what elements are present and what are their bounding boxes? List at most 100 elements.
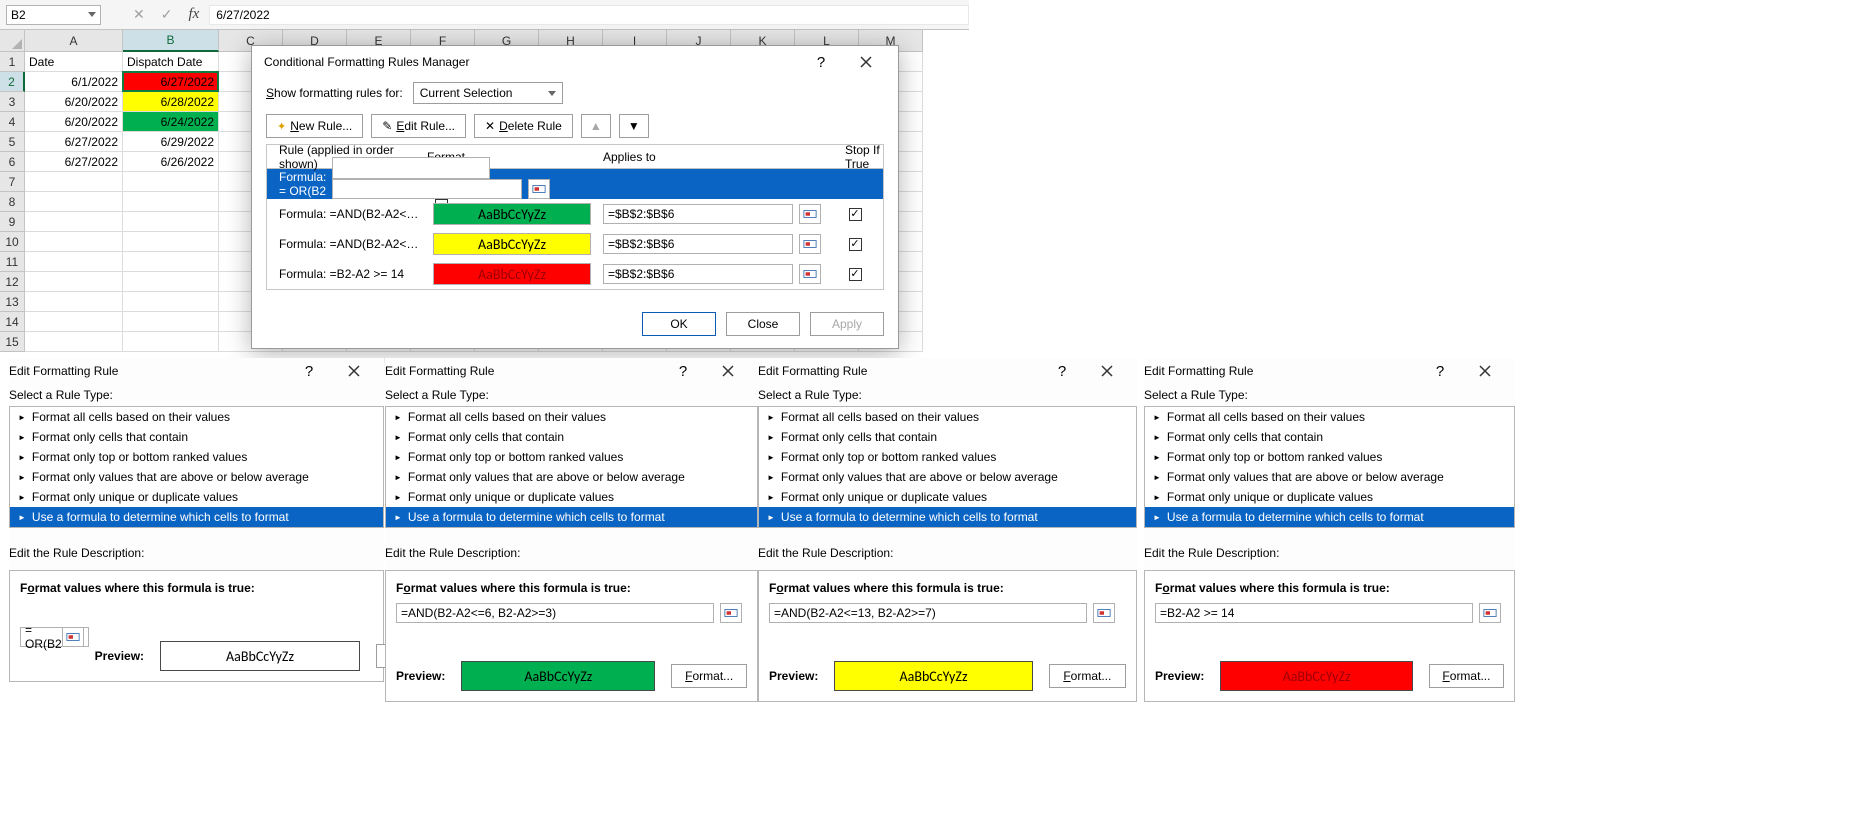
row-header-9[interactable]: 9 <box>0 212 25 232</box>
rule-type-item[interactable]: Format only top or bottom ranked values <box>10 447 383 467</box>
cell[interactable]: Dispatch Date <box>123 52 219 72</box>
row-header-4[interactable]: 4 <box>0 112 25 132</box>
cell[interactable] <box>123 172 219 192</box>
cell[interactable] <box>25 252 123 272</box>
edit-rule-button[interactable]: ✎Edit Rule... <box>371 114 466 138</box>
name-box[interactable]: B2 <box>6 5 101 25</box>
range-select-icon[interactable] <box>799 204 821 224</box>
range-select-icon[interactable] <box>799 264 821 284</box>
applies-to-input[interactable]: =$B$2:$B$6 <box>603 264 793 284</box>
row-header-3[interactable]: 3 <box>0 92 25 112</box>
help-icon[interactable] <box>674 363 692 380</box>
close-icon[interactable] <box>708 355 748 387</box>
cell[interactable] <box>123 252 219 272</box>
ok-button[interactable]: OK <box>642 312 716 336</box>
rule-type-item[interactable]: Format only cells that contain <box>1145 427 1514 447</box>
row-header-1[interactable]: 1 <box>0 52 25 72</box>
rule-row[interactable]: Formula: = OR(B2AaBbCcYyZz=$B$2:$B$6 <box>267 169 883 199</box>
cell[interactable] <box>25 192 123 212</box>
cell[interactable]: 6/27/2022 <box>25 152 123 172</box>
range-select-icon[interactable] <box>1093 603 1115 623</box>
cell[interactable]: 6/20/2022 <box>25 92 123 112</box>
close-icon[interactable] <box>1087 355 1127 387</box>
stop-if-true-checkbox[interactable] <box>849 238 862 251</box>
row-header-15[interactable]: 15 <box>0 332 25 352</box>
help-icon[interactable] <box>812 54 830 71</box>
format-button[interactable]: Format... <box>1049 664 1126 688</box>
cell[interactable] <box>25 312 123 332</box>
chevron-down-icon[interactable] <box>88 12 96 17</box>
rule-type-item[interactable]: Format only unique or duplicate values <box>759 487 1136 507</box>
cell[interactable] <box>25 272 123 292</box>
cell[interactable] <box>123 232 219 252</box>
fx-icon[interactable]: fx <box>188 6 199 23</box>
rule-type-item[interactable]: Format only unique or duplicate values <box>10 487 383 507</box>
rule-type-item[interactable]: Use a formula to determine which cells t… <box>1145 507 1514 527</box>
cell[interactable]: 6/20/2022 <box>25 112 123 132</box>
range-select-icon[interactable] <box>720 603 742 623</box>
help-icon[interactable] <box>1431 363 1449 380</box>
formula-field[interactable]: =AND(B2-A2<=13, B2-A2>=7) <box>769 603 1087 623</box>
close-icon[interactable] <box>334 355 374 387</box>
apply-button[interactable]: Apply <box>810 312 884 336</box>
format-button[interactable]: Format... <box>671 664 747 688</box>
cell[interactable] <box>123 192 219 212</box>
applies-to-input[interactable]: =$B$2:$B$6 <box>603 204 793 224</box>
scope-combo[interactable]: Current Selection <box>413 82 563 104</box>
col-header-A[interactable]: A <box>25 30 123 52</box>
row-header-12[interactable]: 12 <box>0 272 25 292</box>
cell[interactable] <box>123 212 219 232</box>
formula-input[interactable]: 6/27/2022 <box>209 5 969 25</box>
row-header-13[interactable]: 13 <box>0 292 25 312</box>
close-icon[interactable] <box>846 46 886 78</box>
cancel-icon[interactable]: ✕ <box>133 6 145 23</box>
cell[interactable] <box>123 272 219 292</box>
row-header-14[interactable]: 14 <box>0 312 25 332</box>
cell[interactable] <box>25 232 123 252</box>
accept-icon[interactable]: ✓ <box>161 6 173 23</box>
rule-row[interactable]: Formula: =AND(B2-A2<…AaBbCcYyZz=$B$2:$B$… <box>267 199 883 229</box>
rule-row[interactable]: Formula: =B2-A2 >= 14AaBbCcYyZz=$B$2:$B$… <box>267 259 883 289</box>
rule-row[interactable]: Formula: =AND(B2-A2<…AaBbCcYyZz=$B$2:$B$… <box>267 229 883 259</box>
applies-to-input[interactable]: =$B$2:$B$6 <box>332 179 522 199</box>
formula-field[interactable]: =B2-A2 >= 14 <box>1155 603 1473 623</box>
help-icon[interactable] <box>300 363 318 380</box>
row-header-2[interactable]: 2 <box>0 72 25 92</box>
move-up-button[interactable]: ▲ <box>581 114 611 138</box>
cell[interactable]: 6/26/2022 <box>123 152 219 172</box>
rule-type-item[interactable]: Format only values that are above or bel… <box>386 467 757 487</box>
row-header-5[interactable]: 5 <box>0 132 25 152</box>
col-header-B[interactable]: B <box>123 30 219 52</box>
format-button[interactable]: Format... <box>1429 664 1504 688</box>
cell[interactable]: 6/27/2022 <box>25 132 123 152</box>
new-rule-button[interactable]: ✦New Rule... <box>266 114 363 138</box>
range-select-icon[interactable] <box>528 179 550 199</box>
rule-type-item[interactable]: Format only cells that contain <box>759 427 1136 447</box>
row-header-7[interactable]: 7 <box>0 172 25 192</box>
move-down-button[interactable]: ▼ <box>619 114 649 138</box>
rule-type-item[interactable]: Format only values that are above or bel… <box>1145 467 1514 487</box>
rule-type-item[interactable]: Format only unique or duplicate values <box>1145 487 1514 507</box>
cell[interactable]: 6/27/2022 <box>123 72 219 92</box>
row-header-11[interactable]: 11 <box>0 252 25 272</box>
rule-type-item[interactable]: Format only cells that contain <box>10 427 383 447</box>
rule-type-item[interactable]: Use a formula to determine which cells t… <box>386 507 757 527</box>
rule-type-item[interactable]: Format only values that are above or bel… <box>10 467 383 487</box>
cell[interactable] <box>123 312 219 332</box>
help-icon[interactable] <box>1053 363 1071 380</box>
rule-type-item[interactable]: Use a formula to determine which cells t… <box>10 507 383 527</box>
close-button[interactable]: Close <box>726 312 800 336</box>
range-select-icon[interactable] <box>62 627 84 647</box>
range-select-icon[interactable] <box>799 234 821 254</box>
rule-type-item[interactable]: Use a formula to determine which cells t… <box>759 507 1136 527</box>
cell[interactable] <box>123 332 219 352</box>
rule-type-item[interactable]: Format all cells based on their values <box>386 407 757 427</box>
rule-type-item[interactable]: Format only top or bottom ranked values <box>759 447 1136 467</box>
cell[interactable] <box>25 172 123 192</box>
rule-type-item[interactable]: Format all cells based on their values <box>1145 407 1514 427</box>
rule-type-item[interactable]: Format all cells based on their values <box>759 407 1136 427</box>
rule-type-item[interactable]: Format only unique or duplicate values <box>386 487 757 507</box>
stop-if-true-checkbox[interactable] <box>849 208 862 221</box>
cell[interactable]: 6/1/2022 <box>25 72 123 92</box>
rule-type-item[interactable]: Format only top or bottom ranked values <box>386 447 757 467</box>
